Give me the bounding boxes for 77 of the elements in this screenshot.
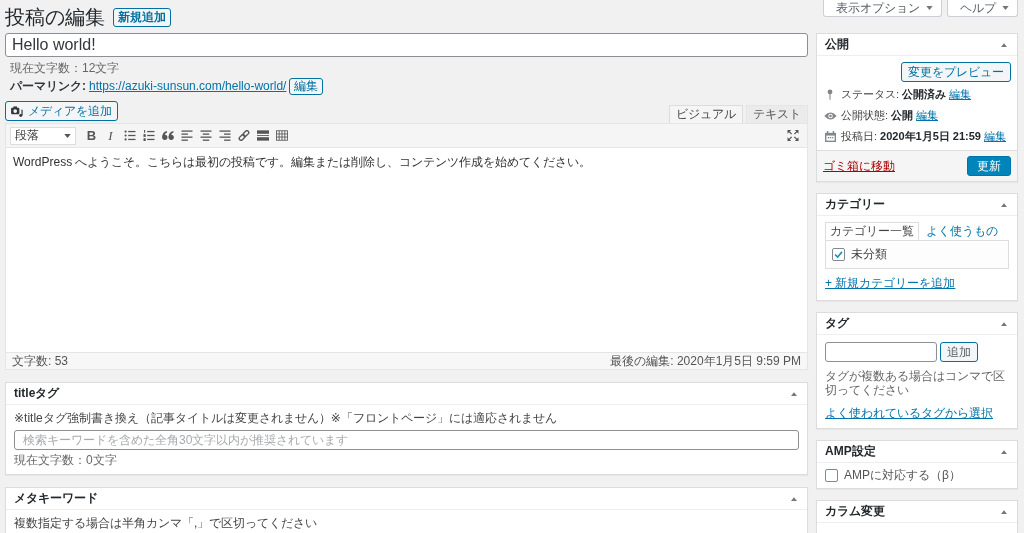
add-media-button[interactable]: メディアを追加 xyxy=(5,101,118,121)
caret-icon xyxy=(926,6,933,10)
box-title: カラム変更 xyxy=(825,504,885,519)
title-input[interactable]: Hello world! xyxy=(5,33,808,57)
publish-label: 公開状態: xyxy=(841,108,889,123)
format-select[interactable]: 段落 xyxy=(10,126,76,145)
character-count: 現在文字数：0文字 xyxy=(14,453,118,468)
box-title: titleタグ xyxy=(14,386,60,401)
box-title: カテゴリー xyxy=(825,197,885,212)
trash-link[interactable]: ゴミ箱に移動 xyxy=(823,158,895,174)
popular-tags-link[interactable]: よく使われているタグから選択 xyxy=(825,406,993,420)
camera-icon xyxy=(11,105,24,117)
page-title: 投稿の編集 xyxy=(5,5,105,29)
category-tab[interactable]: よく使うもの xyxy=(921,222,1003,240)
eye-icon xyxy=(824,111,837,120)
checkbox[interactable] xyxy=(832,248,845,261)
preview-button[interactable]: 変更をプレビュー xyxy=(901,62,1011,82)
align-center-icon[interactable] xyxy=(199,130,212,141)
content-editor[interactable]: WordPress へようこそ。こちらは最初の投稿です。編集または削除し、コンテンツ作成を始めてください。 xyxy=(6,148,807,352)
permalink-link[interactable]: https://azuki-sunsun.com/hello-world/ xyxy=(89,78,287,94)
align-right-icon[interactable] xyxy=(218,130,231,141)
box-title: AMP設定 xyxy=(825,444,876,459)
add-tag-button[interactable]: 追加 xyxy=(940,342,978,362)
edit-link[interactable]: 編集 xyxy=(949,87,972,102)
add-category-link[interactable]: + 新規カテゴリーを追加 xyxy=(825,276,956,290)
update-button[interactable]: 更新 xyxy=(967,156,1011,176)
italic-button[interactable]: I xyxy=(104,128,117,143)
editor-tab[interactable]: ビジュアル xyxy=(669,105,743,123)
box-title: タグ xyxy=(825,316,849,331)
editor-tab[interactable]: テキスト xyxy=(746,105,808,123)
keyword-input[interactable]: 検索キーワードを含めた全角30文字以内が推奨されています xyxy=(14,430,799,450)
caret-icon xyxy=(1002,6,1009,10)
caret-up-icon[interactable] xyxy=(791,391,797,396)
caret-up-icon[interactable] xyxy=(1001,509,1007,514)
caret-up-icon[interactable] xyxy=(1001,42,1007,47)
box-title: 公開 xyxy=(825,37,849,52)
screen-tab[interactable]: 表示オプション xyxy=(823,0,942,17)
caret-up-icon[interactable] xyxy=(1001,449,1007,454)
caret-up-icon[interactable] xyxy=(1001,202,1007,207)
last-edited: 最後の編集: 2020年1月5日 9:59 PM xyxy=(610,353,801,369)
publish-label: 投稿日: xyxy=(841,129,878,144)
category-label: 未分類 xyxy=(851,247,887,262)
link-icon[interactable] xyxy=(237,130,250,141)
check-icon xyxy=(834,251,843,258)
calendar-icon xyxy=(825,131,836,142)
caret-up-icon[interactable] xyxy=(1001,321,1007,326)
numbered-list-icon[interactable] xyxy=(142,130,155,141)
word-count: 文字数: 53 xyxy=(12,353,68,369)
edit-link[interactable]: 編集 xyxy=(983,129,1006,144)
read-more-icon[interactable] xyxy=(256,130,269,141)
bold-button[interactable]: B xyxy=(85,128,98,143)
amp-label: AMPに対応する（β） xyxy=(844,468,961,483)
publish-value: 2020年1月5日 21:59 xyxy=(880,129,981,144)
publish-value: 公開済み xyxy=(902,87,947,102)
box-note: 複数指定する場合は半角カンマ「,」で区切ってください xyxy=(14,516,319,531)
permalink-label: パーマリンク: xyxy=(10,78,86,94)
publish-label: ステータス: xyxy=(841,87,900,102)
caret-up-icon[interactable] xyxy=(791,496,797,501)
bullet-list-icon[interactable] xyxy=(123,130,136,141)
box-note: ※titleタグ強制書き換え（記事タイトルは変更されません）※「フロントページ」には適応されません xyxy=(14,411,558,426)
character-count: 現在文字数：12文字 xyxy=(10,61,121,75)
tag-input[interactable] xyxy=(825,342,937,362)
align-left-icon[interactable] xyxy=(180,130,193,141)
publish-value: 公開 xyxy=(891,108,914,123)
screen-tab[interactable]: ヘルプ xyxy=(947,0,1018,17)
pin-icon xyxy=(827,89,833,100)
edit-link[interactable]: 編集 xyxy=(916,108,939,123)
category-tab[interactable]: カテゴリー一覧 xyxy=(825,222,919,240)
quote-icon[interactable] xyxy=(161,130,174,141)
tag-hint: タグが複数ある場合はコンマで区切ってください xyxy=(824,368,1006,397)
caret-icon xyxy=(64,133,71,138)
toolbar-toggle-icon[interactable] xyxy=(275,130,288,141)
fullscreen-icon[interactable] xyxy=(786,130,799,141)
box-title: メタキーワード xyxy=(14,491,98,506)
checkbox[interactable] xyxy=(825,469,838,482)
edit-button[interactable]: 編集 xyxy=(289,77,324,95)
add-new-button[interactable]: 新規追加 xyxy=(113,7,171,27)
